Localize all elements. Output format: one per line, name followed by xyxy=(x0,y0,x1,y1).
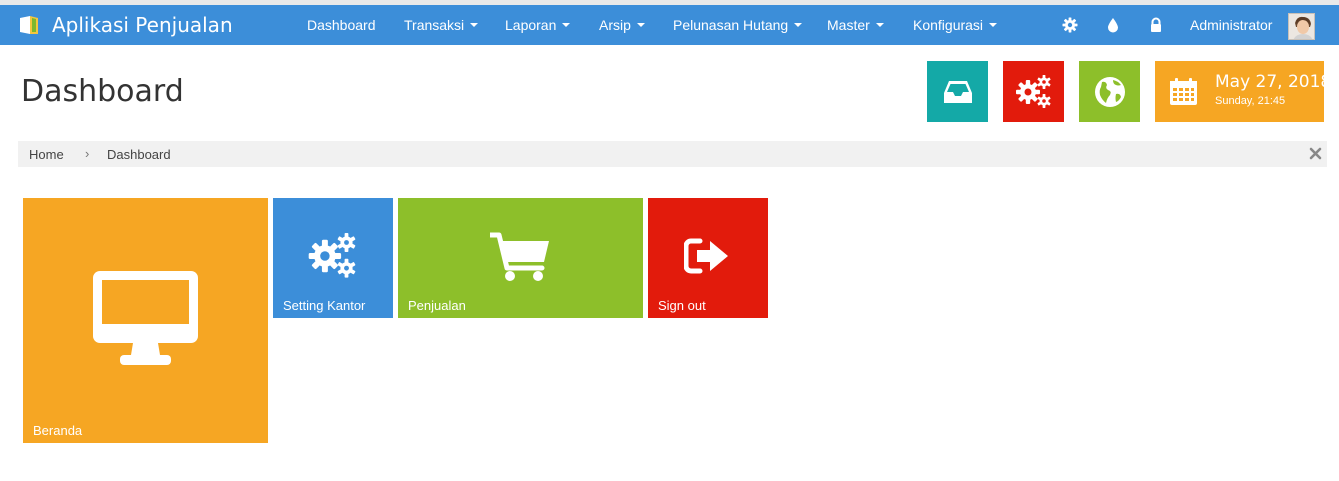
settings-button[interactable] xyxy=(1003,61,1064,122)
caret-down-icon xyxy=(794,23,803,27)
app-title: Aplikasi Penjualan xyxy=(52,13,233,37)
nav-transaksi-label: Transaksi xyxy=(404,17,465,33)
tile-sign-out[interactable]: Sign out xyxy=(648,198,768,318)
nav-arsip[interactable]: Arsip xyxy=(599,5,645,45)
brand[interactable]: Aplikasi Penjualan xyxy=(18,5,233,45)
lock-icon[interactable] xyxy=(1148,17,1164,33)
monitor-icon xyxy=(93,271,198,365)
nav-dashboard-label: Dashboard xyxy=(307,17,376,33)
globe-button[interactable] xyxy=(1079,61,1140,122)
inbox-icon xyxy=(943,80,972,103)
caret-down-icon xyxy=(470,23,479,27)
book-logo-icon xyxy=(20,16,38,34)
tile-beranda[interactable]: Beranda xyxy=(23,198,268,443)
date-sub: Sunday, 21:45 xyxy=(1215,95,1286,107)
drop-icon[interactable] xyxy=(1105,17,1121,33)
cogs-icon xyxy=(1015,74,1051,108)
nav-transaksi[interactable]: Transaksi xyxy=(404,5,479,45)
calendar-icon xyxy=(1170,78,1197,105)
breadcrumb-separator: › xyxy=(85,146,90,161)
caret-down-icon xyxy=(875,23,884,27)
nav-laporan-label: Laporan xyxy=(505,17,557,33)
nav-pelunasan-hutang[interactable]: Pelunasan Hutang xyxy=(673,5,803,45)
sign-out-icon xyxy=(684,238,728,274)
nav-pelunasan-hutang-label: Pelunasan Hutang xyxy=(673,17,789,33)
breadcrumb-home[interactable]: Home xyxy=(29,147,64,162)
nav-laporan[interactable]: Laporan xyxy=(505,5,571,45)
tile-sign-out-label: Sign out xyxy=(658,298,706,313)
tile-beranda-label: Beranda xyxy=(33,423,83,438)
breadcrumb-current: Dashboard xyxy=(107,147,171,162)
tile-penjualan[interactable]: Penjualan xyxy=(398,198,643,318)
tile-setting-kantor-label: Setting Kantor xyxy=(283,298,366,313)
caret-down-icon xyxy=(562,23,571,27)
top-navbar: Aplikasi Penjualan Dashboard Transaksi L… xyxy=(0,5,1339,45)
gear-icon[interactable] xyxy=(1062,17,1078,33)
inbox-button[interactable] xyxy=(927,61,988,122)
page-title: Dashboard xyxy=(21,74,184,109)
tile-setting-kantor[interactable]: Setting Kantor xyxy=(273,198,393,318)
nav-master-label: Master xyxy=(827,17,870,33)
globe-icon xyxy=(1094,76,1125,107)
nav-dashboard[interactable]: Dashboard xyxy=(307,5,376,45)
nav-konfigurasi-label: Konfigurasi xyxy=(913,17,984,33)
user-photo-icon xyxy=(1289,14,1314,39)
cogs-icon xyxy=(308,233,356,278)
nav-arsip-label: Arsip xyxy=(599,17,631,33)
date-main: May 27, 2018 xyxy=(1215,72,1332,92)
tile-penjualan-label: Penjualan xyxy=(408,298,466,313)
caret-down-icon xyxy=(636,23,645,27)
user-name[interactable]: Administrator xyxy=(1190,5,1272,45)
avatar[interactable] xyxy=(1288,13,1315,40)
caret-down-icon xyxy=(989,23,998,27)
breadcrumb: Home › Dashboard xyxy=(18,141,1327,167)
nav-master[interactable]: Master xyxy=(827,5,884,45)
date-widget: May 27, 2018 Sunday, 21:45 xyxy=(1155,61,1331,122)
nav-konfigurasi[interactable]: Konfigurasi xyxy=(913,5,998,45)
close-icon[interactable] xyxy=(1309,147,1322,160)
cart-icon xyxy=(490,232,549,281)
